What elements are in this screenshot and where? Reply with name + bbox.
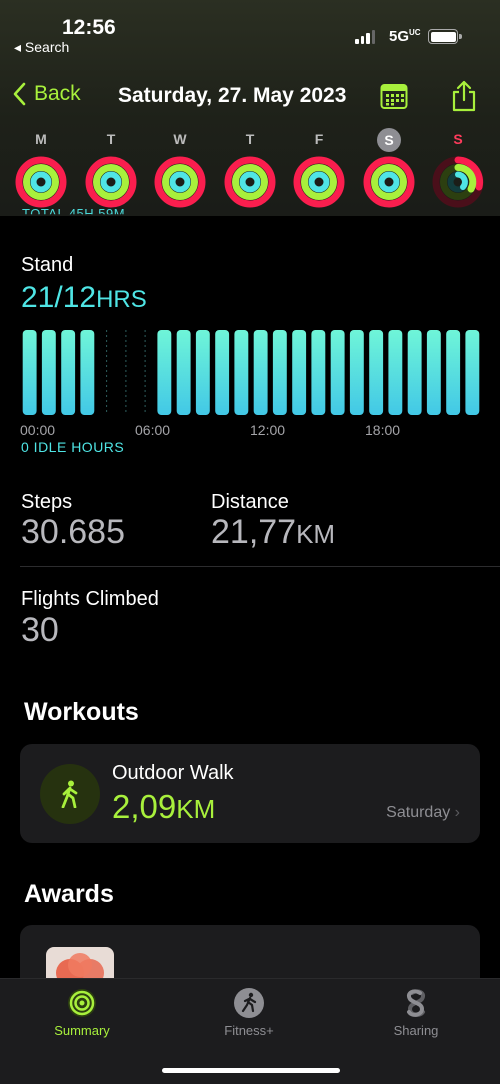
- activity-rings-icon: [68, 989, 96, 1017]
- day-letter: T: [106, 131, 116, 147]
- stand-hours-chart: [22, 330, 480, 415]
- day-monday[interactable]: M: [14, 128, 68, 208]
- walk-icon: [40, 764, 100, 824]
- network-type: 5GUC: [389, 28, 421, 45]
- chart-tick-18: 18:00: [365, 422, 401, 438]
- flights-label: Flights Climbed: [21, 588, 159, 610]
- day-friday[interactable]: F: [292, 128, 346, 208]
- steps-value: 30.685: [21, 513, 125, 551]
- stand-hour-bar: [22, 330, 37, 415]
- activity-rings-icon: [224, 156, 276, 208]
- battery-icon: [428, 29, 462, 44]
- back-label: Back: [34, 82, 81, 105]
- flights-value: 30: [21, 611, 59, 649]
- day-letter: W: [173, 131, 187, 147]
- sharing-icon: [407, 989, 425, 1017]
- stand-hour-bar: [465, 330, 480, 415]
- tab-sharing[interactable]: Sharing: [356, 987, 476, 1038]
- chevron-right-icon: ›: [454, 804, 460, 821]
- day-letter: S: [377, 128, 401, 152]
- workout-card[interactable]: Outdoor Walk 2,09KM Saturday ›: [20, 744, 480, 843]
- activity-rings-icon: [293, 156, 345, 208]
- home-indicator: [162, 1068, 340, 1073]
- tab-label: Summary: [54, 1023, 110, 1038]
- stand-hour-bar: [215, 330, 230, 415]
- runner-icon: [234, 988, 264, 1018]
- stand-label: Stand: [21, 254, 74, 276]
- stand-hour-bar: [272, 330, 287, 415]
- chevron-left-icon: [13, 82, 26, 106]
- day-letter: T: [245, 131, 255, 147]
- stand-hour-bar: [157, 330, 172, 415]
- awards-heading: Awards: [24, 880, 114, 908]
- stand-hour-bar: [426, 330, 441, 415]
- status-time: 12:56: [62, 16, 116, 39]
- back-to-search-link[interactable]: ◂ Search: [14, 39, 69, 56]
- activity-rings-icon: [154, 156, 206, 208]
- calendar-icon[interactable]: [380, 82, 408, 110]
- exercise-total-label-cut: TOTAL 45H 59M: [22, 206, 126, 221]
- stand-hour-bar: [330, 330, 345, 415]
- week-activity-strip: M T W T F S S: [0, 128, 500, 213]
- back-button[interactable]: Back: [12, 82, 81, 106]
- distance-value: 21,77KM: [211, 513, 336, 551]
- day-saturday-selected[interactable]: S: [362, 128, 416, 208]
- navigation-bar: Back Saturday, 27. May 2023: [0, 80, 500, 114]
- day-letter: F: [314, 131, 324, 147]
- workout-distance: 2,09KM: [112, 788, 216, 825]
- chart-tick-6: 06:00: [135, 422, 171, 438]
- signal-icon: [355, 30, 375, 44]
- day-letter: S: [453, 131, 463, 147]
- stand-hour-bar: [369, 330, 384, 415]
- stand-hour-bar: [253, 330, 268, 415]
- page-title: Saturday, 27. May 2023: [118, 84, 347, 107]
- day-thursday[interactable]: T: [223, 128, 277, 208]
- stand-hour-bar: [176, 330, 191, 415]
- day-wednesday[interactable]: W: [153, 128, 207, 208]
- share-icon[interactable]: [451, 80, 477, 112]
- tab-label: Fitness+: [224, 1023, 274, 1038]
- workout-date: Saturday ›: [386, 804, 460, 821]
- stand-hour-bar: [195, 330, 210, 415]
- stand-value: 21/12HRS: [21, 281, 147, 314]
- tab-label: Sharing: [393, 1023, 439, 1038]
- stand-hour-bar: [41, 330, 56, 415]
- stand-hour-bar: [446, 330, 461, 415]
- day-sunday[interactable]: S: [431, 128, 485, 208]
- chart-tick-12: 12:00: [250, 422, 286, 438]
- stand-hour-bar: [234, 330, 249, 415]
- stand-hour-bar: [349, 330, 364, 415]
- divider: [20, 566, 500, 567]
- workout-name: Outdoor Walk: [112, 762, 234, 784]
- distance-label: Distance: [211, 491, 289, 513]
- stand-hour-bar: [407, 330, 422, 415]
- workouts-heading: Workouts: [24, 698, 139, 726]
- stand-hour-bar: [388, 330, 403, 415]
- idle-hours-label: 0 IDLE HOURS: [21, 439, 125, 455]
- activity-rings-icon: [15, 156, 67, 208]
- activity-rings-partial-icon: [432, 156, 484, 208]
- activity-rings-icon: [85, 156, 137, 208]
- status-bar: 12:56 ◂ Search 5GUC: [0, 0, 500, 62]
- chart-tick-0: 00:00: [20, 422, 56, 438]
- stand-hour-bar: [80, 330, 95, 415]
- stand-hour-bar: [61, 330, 76, 415]
- tab-fitness-plus[interactable]: Fitness+: [189, 987, 309, 1038]
- tab-summary[interactable]: Summary: [22, 987, 142, 1038]
- stand-hour-bar: [311, 330, 326, 415]
- day-tuesday[interactable]: T: [84, 128, 138, 208]
- steps-label: Steps: [21, 491, 73, 513]
- day-letter: M: [35, 131, 47, 147]
- activity-rings-icon: [363, 156, 415, 208]
- stand-hour-bar: [292, 330, 307, 415]
